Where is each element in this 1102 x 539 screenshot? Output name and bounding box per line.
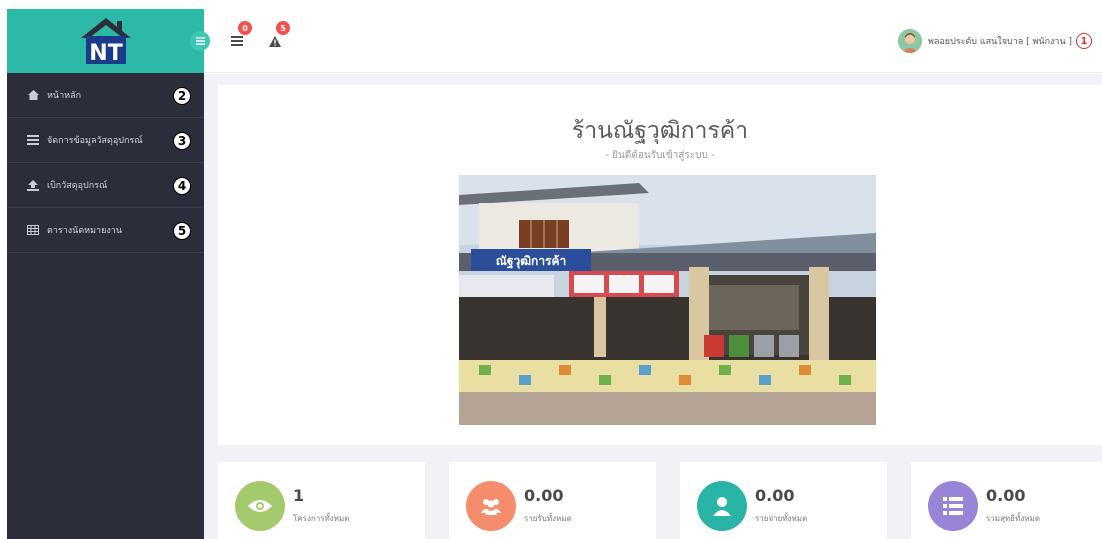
table-icon: [27, 224, 39, 236]
warning-notification-button[interactable]: 5: [264, 21, 290, 52]
sidebar-item-appointment-table[interactable]: ตารางนัดหมายงาน 5: [7, 208, 204, 253]
sidebar-item-label: จัดการข้อมูลวัสดุอุปกรณ์: [47, 136, 143, 146]
stat-value: 0.00: [524, 486, 564, 505]
list-icon: [928, 481, 978, 531]
logo-text: NT: [89, 41, 122, 66]
main-content: ร้านณัฐวุฒิการค้า - ยินดีต้อนรับเข้าสู่ร…: [204, 74, 1102, 539]
notification-count-badge: 0: [238, 21, 252, 35]
annotation-marker: 4: [173, 177, 191, 195]
sidebar: หน้าหลัก 2 จัดการข้อมูลวัสดุอุปกรณ์ 3 เบ…: [7, 73, 204, 539]
shop-sign-text: ณัฐวุฒิการค้า: [496, 254, 567, 269]
shop-photo: ณัฐวุฒิการค้า: [459, 175, 876, 425]
page-title: ร้านณัฐวุฒิการค้า: [571, 118, 749, 144]
list-icon: [231, 36, 243, 46]
sidebar-item-label: เบิกวัสดุอุปกรณ์: [47, 181, 108, 191]
stat-card-expense[interactable]: 0.00 รายจ่ายทั้งหมด: [680, 462, 887, 539]
sidebar-item-label: ตารางนัดหมายงาน: [47, 226, 122, 236]
stat-card-net[interactable]: 0.00 รวมสุทธิทั้งหมด: [911, 462, 1102, 539]
users-icon: [466, 481, 516, 531]
page-subtitle: - ยินดีต้อนรับเข้าสู่ระบบ -: [605, 150, 715, 161]
stat-label: โครงการทั้งหมด: [293, 514, 350, 523]
sidebar-item-withdraw-materials[interactable]: เบิกวัสดุอุปกรณ์ 4: [7, 163, 204, 208]
stat-value: 0.00: [755, 486, 795, 505]
annotation-marker: 1: [1076, 33, 1092, 49]
house-logo-icon: NT: [81, 18, 131, 66]
annotation-marker: 5: [173, 222, 191, 240]
avatar: [897, 29, 922, 53]
welcome-card: ร้านณัฐวุฒิการค้า - ยินดีต้อนรับเข้าสู่ร…: [218, 85, 1102, 445]
menu-toggle-button[interactable]: [190, 31, 210, 51]
annotation-marker: 3: [173, 132, 191, 150]
user-menu[interactable]: พลอยประดับ แสนใจบาล [ พนักงาน ] 1: [897, 27, 1092, 55]
list-icon: [27, 134, 39, 146]
stat-card-projects[interactable]: 1 โครงการทั้งหมด: [218, 462, 425, 539]
hamburger-icon: [195, 37, 205, 45]
warning-icon: [269, 35, 281, 47]
eye-icon: [235, 481, 285, 531]
stat-label: รวมสุทธิทั้งหมด: [986, 514, 1041, 523]
sidebar-item-home[interactable]: หน้าหลัก 2: [7, 73, 204, 118]
stat-card-income[interactable]: 0.00 รายรับทั้งหมด: [449, 462, 656, 539]
sidebar-item-label: หน้าหลัก: [47, 91, 82, 101]
user-name: พลอยประดับ แสนใจบาล [ พนักงาน ]: [927, 37, 1072, 47]
home-icon: [27, 89, 39, 101]
top-header: 0 5 พลอยประดับ แสนใจบาล [ พนักงาน ] 1: [190, 9, 1102, 73]
stat-label: รายรับทั้งหมด: [524, 514, 572, 523]
sidebar-item-manage-materials[interactable]: จัดการข้อมูลวัสดุอุปกรณ์ 3: [7, 118, 204, 163]
annotation-marker: 2: [173, 87, 191, 105]
brand-logo-box[interactable]: NT: [7, 9, 204, 73]
upload-icon: [27, 179, 39, 191]
stat-value: 0.00: [986, 486, 1026, 505]
materials-notification-button[interactable]: 0: [226, 21, 252, 52]
user-icon: [697, 481, 747, 531]
app-root: NT หน้าหลัก 2 จัดการข้อมูลวัสดุอุปกรณ์ 3…: [0, 0, 1102, 539]
stat-label: รายจ่ายทั้งหมด: [755, 514, 808, 523]
stat-value: 1: [293, 486, 305, 505]
notification-count-badge: 5: [276, 21, 290, 35]
